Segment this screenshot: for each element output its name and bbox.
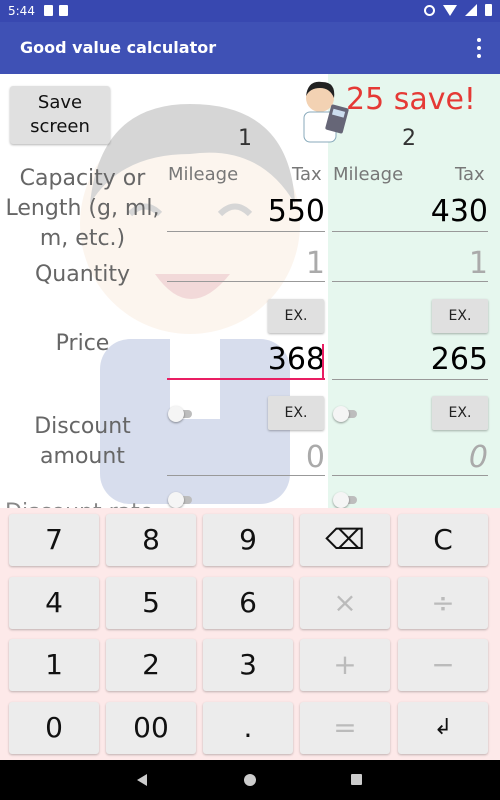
column-2-discount-input[interactable]: 0 [332,440,488,476]
enter-key-icon[interactable]: ↲ [398,702,488,754]
column-2-discount-toggle[interactable] [333,406,359,422]
discount-label-line1: Discount [34,414,131,439]
save-screen-button[interactable]: Save screen [10,86,110,144]
status-time: 5:44 [8,4,35,18]
capacity-label-line2: Length (g, ml, [5,196,160,221]
home-icon[interactable] [244,774,256,786]
clear-key[interactable]: C [398,514,488,566]
wifi-icon [443,4,457,16]
column-1-discount-rate-toggle[interactable] [168,492,194,508]
column-2-price-ex-button[interactable]: EX. [432,299,488,333]
column-1-capacity-input[interactable]: 550 [167,194,325,232]
column-1-discount-toggle[interactable] [168,406,194,422]
price-label: Price [55,331,110,356]
plus-key[interactable]: + [300,639,390,691]
key-7[interactable]: 7 [9,514,99,566]
battery-icon [485,4,492,16]
column-2-number: 2 [402,126,416,151]
calculator-form: Save screen 25 save! 1 2 Mileage Tax Mil… [0,74,500,508]
system-nav-bar [0,760,500,800]
save-button-line1: Save [37,92,83,113]
keypad: 7 8 9 ⌫ C 4 5 6 × ÷ 1 2 3 + − 0 00 . = ↲ [0,508,500,760]
column-2-tax-label: Tax [455,164,485,185]
discount-label-line2: amount [40,444,125,469]
status-bar: 5:44 [0,0,500,22]
discount-amount-label: Discount amount [0,412,165,472]
column-1-discount-ex-button[interactable]: EX. [268,396,324,430]
column-2-discount-ex-button[interactable]: EX. [432,396,488,430]
key-2[interactable]: 2 [106,639,196,691]
divide-key[interactable]: ÷ [398,577,488,629]
quantity-label: Quantity [34,262,131,287]
column-1-tax-label: Tax [292,164,322,185]
column-2-mileage-label: Mileage [333,164,404,185]
minus-key[interactable]: − [398,639,488,691]
multiply-key[interactable]: × [300,577,390,629]
sim-icon [59,5,68,16]
column-1-discount-input[interactable]: 0 [167,440,325,476]
key-8[interactable]: 8 [106,514,196,566]
column-1-price-input[interactable]: 368 [167,342,325,380]
decimal-key[interactable]: . [203,702,293,754]
key-4[interactable]: 4 [9,577,99,629]
signal-icon [465,4,477,16]
equals-key[interactable]: = [300,702,390,754]
capacity-label-line1: Capacity or [19,166,146,191]
overflow-menu-icon[interactable] [476,38,482,58]
column-1-mileage-label: Mileage [168,164,239,185]
key-5[interactable]: 5 [106,577,196,629]
key-1[interactable]: 1 [9,639,99,691]
column-1-price-ex-button[interactable]: EX. [268,299,324,333]
discount-rate-label: Discount rate [5,498,165,508]
backspace-key-icon[interactable]: ⌫ [300,514,390,566]
notification-icon [44,5,53,16]
alarm-icon [424,4,435,16]
column-2-capacity-input[interactable]: 430 [332,194,488,232]
key-0[interactable]: 0 [9,702,99,754]
key-6[interactable]: 6 [203,577,293,629]
back-icon[interactable] [137,774,147,786]
key-00[interactable]: 00 [106,702,196,754]
capacity-label: Capacity or Length (g, ml, m, etc.) [0,164,165,254]
text-cursor [322,344,324,378]
column-1-number: 1 [238,126,252,151]
key-9[interactable]: 9 [203,514,293,566]
recent-apps-icon[interactable] [351,774,362,785]
notification-icons [44,5,68,16]
column-2-price-input[interactable]: 265 [332,342,488,380]
save-button-line2: screen [30,116,90,137]
column-2-quantity-input[interactable]: 1 [332,246,488,282]
column-2-discount-rate-toggle[interactable] [333,492,359,508]
column-1-quantity-input[interactable]: 1 [167,246,325,282]
capacity-label-line3: m, etc.) [39,226,126,251]
app-title: Good value calculator [20,38,217,57]
app-bar: Good value calculator [0,22,500,74]
savings-text: 25 save! [346,82,476,117]
key-3[interactable]: 3 [203,639,293,691]
